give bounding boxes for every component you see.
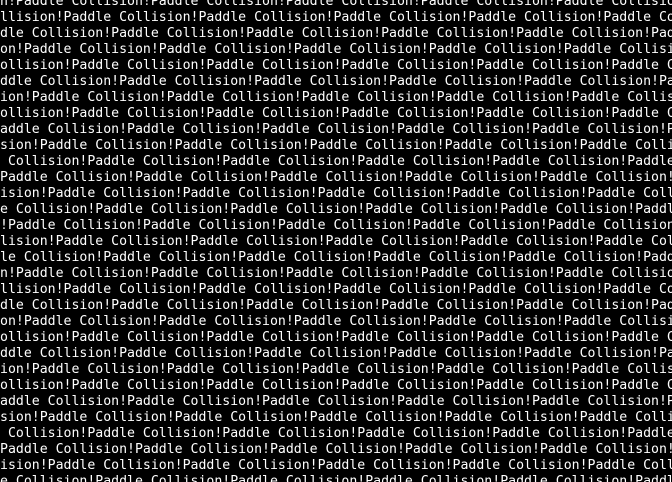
terminal-line: ion!Paddle Collision!Paddle Collision!Pa…: [0, 90, 672, 105]
terminal-line: ision!Paddle Collision!Paddle Collision!…: [0, 458, 672, 473]
terminal-line: dle Collision!Paddle Collision!Paddle Co…: [0, 298, 672, 313]
terminal-line: lision!Paddle Collision!Paddle Collision…: [0, 234, 672, 249]
terminal-line: ollision!Paddle Collision!Paddle Collisi…: [0, 378, 672, 393]
terminal-line: le Collision!Paddle Collision!Paddle Col…: [0, 250, 672, 265]
terminal-line: e Collision!Paddle Collision!Paddle Coll…: [0, 202, 672, 217]
terminal-line: ddle Collision!Paddle Collision!Paddle C…: [0, 346, 672, 361]
terminal-line: e Collision!Paddle Collision!Paddle Coll…: [0, 474, 672, 482]
terminal-line: ollision!Paddle Collision!Paddle Collisi…: [0, 330, 672, 345]
terminal-line: ollision!Paddle Collision!Paddle Collisi…: [0, 58, 672, 73]
terminal-line: addle Collision!Paddle Collision!Paddle …: [0, 394, 672, 409]
terminal-line: addle Collision!Paddle Collision!Paddle …: [0, 122, 672, 137]
terminal-line: ision!Paddle Collision!Paddle Collision!…: [0, 186, 672, 201]
terminal-line: sion!Paddle Collision!Paddle Collision!P…: [0, 410, 672, 425]
terminal-line: llision!Paddle Collision!Paddle Collisio…: [0, 282, 672, 297]
terminal-line: dle Collision!Paddle Collision!Paddle Co…: [0, 26, 672, 41]
terminal-output[interactable]: n!Paddle Collision!Paddle Collision!Padd…: [0, 0, 672, 482]
terminal-line: !Paddle Collision!Paddle Collision!Paddl…: [0, 218, 672, 233]
terminal-line: on!Paddle Collision!Paddle Collision!Pad…: [0, 314, 672, 329]
terminal-line: Paddle Collision!Paddle Collision!Paddle…: [0, 442, 672, 457]
terminal-line: on!Paddle Collision!Paddle Collision!Pad…: [0, 42, 672, 57]
terminal-line: n!Paddle Collision!Paddle Collision!Padd…: [0, 0, 672, 9]
terminal-line: sion!Paddle Collision!Paddle Collision!P…: [0, 138, 672, 153]
terminal-line: ion!Paddle Collision!Paddle Collision!Pa…: [0, 362, 672, 377]
terminal-line: n!Paddle Collision!Paddle Collision!Padd…: [0, 266, 672, 281]
terminal-line: Paddle Collision!Paddle Collision!Paddle…: [0, 170, 672, 185]
terminal-line: llision!Paddle Collision!Paddle Collisio…: [0, 10, 672, 25]
terminal-line: Collision!Paddle Collision!Paddle Collis…: [7, 426, 672, 441]
terminal-line: Collision!Paddle Collision!Paddle Collis…: [7, 154, 672, 169]
terminal-line: ollision!Paddle Collision!Paddle Collisi…: [0, 106, 672, 121]
terminal-line: ddle Collision!Paddle Collision!Paddle C…: [0, 74, 672, 89]
